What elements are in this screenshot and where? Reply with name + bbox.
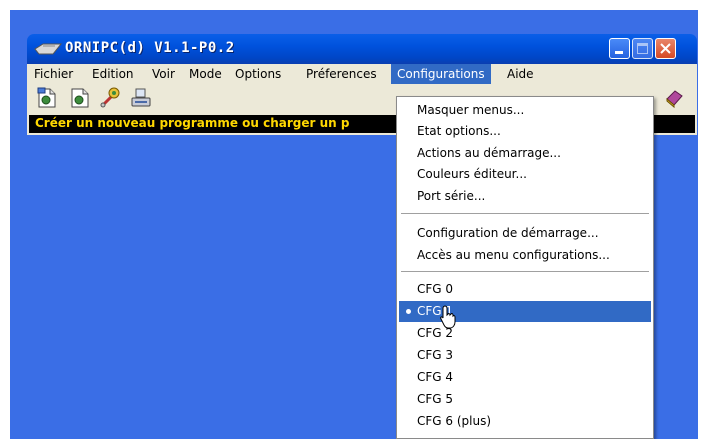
menu-mode[interactable]: Mode xyxy=(189,67,222,81)
menu-item-etat-options[interactable]: Etat options... xyxy=(399,121,651,142)
menu-configurations[interactable]: Configurations xyxy=(391,64,491,84)
menu-voir[interactable]: Voir xyxy=(152,67,175,81)
menu-fichier[interactable]: Fichier xyxy=(34,67,73,81)
menu-item-masquer-menus[interactable]: Masquer menus... xyxy=(399,100,651,121)
transfer-icon[interactable] xyxy=(99,87,121,109)
menu-item-couleurs-editeur[interactable]: Couleurs éditeur... xyxy=(399,164,651,185)
help-book-icon[interactable] xyxy=(663,87,685,109)
menu-item-cfg-6-plus[interactable]: CFG 6 (plus) xyxy=(399,411,651,432)
menu-item-cfg-4[interactable]: CFG 4 xyxy=(399,367,651,388)
menu-item-cfg-0[interactable]: CFG 0 xyxy=(399,279,651,300)
maximize-button[interactable] xyxy=(632,38,653,59)
menu-item-cfg-5[interactable]: CFG 5 xyxy=(399,389,651,410)
menu-aide[interactable]: Aide xyxy=(507,67,534,81)
minimize-icon xyxy=(615,51,623,54)
port-icon[interactable] xyxy=(130,87,152,109)
menu-separator xyxy=(401,213,649,215)
menu-item-cfg-3[interactable]: CFG 3 xyxy=(399,345,651,366)
window-title: ORNIPC(d) V1.1-P0.2 xyxy=(65,40,235,56)
menu-item-cfg-2[interactable]: CFG 2 xyxy=(399,323,651,344)
minimize-button[interactable] xyxy=(609,38,630,59)
maximize-icon xyxy=(637,43,648,54)
menu-item-acces-menu-configurations[interactable]: Accès au menu configurations... xyxy=(399,245,651,266)
selected-bullet-icon xyxy=(406,309,411,314)
close-icon xyxy=(660,43,671,54)
menu-item-configuration-demarrage[interactable]: Configuration de démarrage... xyxy=(399,223,651,244)
menu-item-cfg-1[interactable]: CFG 1 xyxy=(399,301,651,322)
menu-preferences[interactable]: Préferences xyxy=(306,67,377,81)
menu-separator xyxy=(401,271,649,273)
mouse-cursor-icon xyxy=(440,305,456,329)
menu-options[interactable]: Options xyxy=(235,67,281,81)
menu-edition[interactable]: Edition xyxy=(92,67,134,81)
close-button[interactable] xyxy=(655,38,676,59)
open-program-icon[interactable] xyxy=(69,87,91,109)
configurations-dropdown: Masquer menus... Etat options... Actions… xyxy=(396,96,654,439)
menu-item-port-serie[interactable]: Port série... xyxy=(399,186,651,207)
status-text: Créer un nouveau programme ou charger un… xyxy=(35,116,350,130)
app-icon xyxy=(34,43,63,55)
menu-item-actions-demarrage[interactable]: Actions au démarrage... xyxy=(399,143,651,164)
menu-bar: Fichier Edition Voir Mode Options Préfer… xyxy=(27,64,697,84)
title-bar[interactable]: ORNIPC(d) V1.1-P0.2 xyxy=(27,34,697,64)
new-program-icon[interactable] xyxy=(36,87,58,109)
